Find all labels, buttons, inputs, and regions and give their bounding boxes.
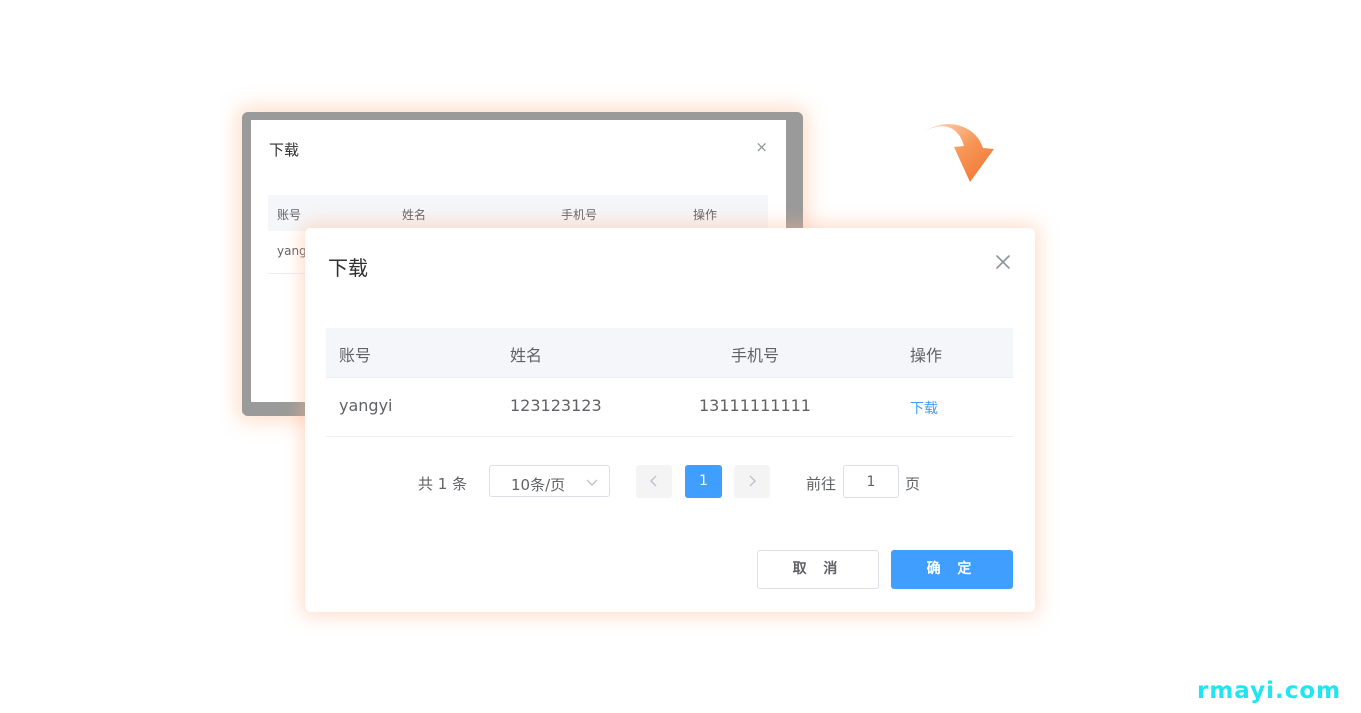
column-name: 姓名 (510, 346, 543, 365)
cell-account: yangyi (339, 396, 393, 415)
background-col-account: 账号 (277, 208, 302, 222)
prev-page-button[interactable] (636, 465, 672, 498)
watermark: rmayi.com (1197, 678, 1342, 704)
column-action: 操作 (910, 346, 943, 365)
column-account: 账号 (339, 346, 372, 365)
curved-arrow-down-icon (924, 124, 994, 182)
background-close-icon: × (755, 138, 768, 156)
page-size-select[interactable]: 10条/页 (489, 465, 610, 497)
page-number-current[interactable]: 1 (685, 465, 722, 498)
background-cell-account: yang (277, 244, 307, 258)
dialog-title: 下载 (328, 256, 368, 280)
table-header: 账号 姓名 手机号 操作 (326, 328, 1013, 378)
download-dialog: 下载 账号 姓名 手机号 操作 yangyi 123123123 1311111… (305, 228, 1035, 612)
close-icon[interactable] (993, 252, 1013, 272)
column-phone: 手机号 (731, 346, 780, 365)
goto-suffix: 页 (905, 475, 921, 493)
confirm-button[interactable]: 确 定 (891, 550, 1013, 589)
background-col-phone: 手机号 (561, 208, 598, 222)
goto-page-input[interactable] (843, 465, 899, 498)
background-col-action: 操作 (693, 208, 718, 222)
cell-phone: 13111111111 (699, 396, 811, 415)
goto-label: 前往 (806, 475, 837, 493)
next-page-button[interactable] (734, 465, 770, 498)
table-row: yangyi 123123123 13111111111 下载 (326, 378, 1013, 437)
cancel-button[interactable]: 取 消 (757, 550, 879, 589)
background-table-header: 账号 姓名 手机号 操作 (268, 195, 768, 231)
download-link[interactable]: 下载 (910, 398, 938, 418)
chevron-down-icon (586, 479, 598, 486)
pagination-total: 共 1 条 (418, 475, 468, 493)
pagination: 共 1 条 10条/页 1 前往 页 (305, 464, 1035, 500)
chevron-right-icon (749, 475, 757, 487)
page-size-value: 10条/页 (511, 476, 566, 494)
chevron-left-icon (649, 475, 657, 487)
background-dialog-title: 下载 (269, 141, 300, 159)
background-col-name: 姓名 (402, 208, 427, 222)
cell-name: 123123123 (510, 396, 602, 415)
